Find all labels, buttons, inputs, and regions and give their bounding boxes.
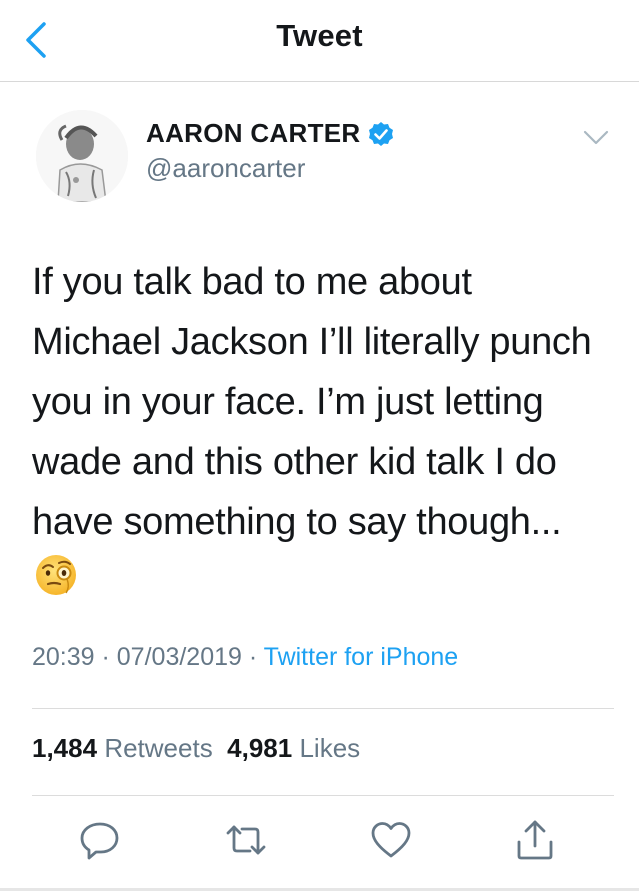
meta-separator: · <box>94 643 117 671</box>
tweet-stats: 1,484 Retweets 4,981 Likes <box>32 733 360 764</box>
retweet-button[interactable] <box>224 818 268 862</box>
verified-badge-icon <box>369 121 394 146</box>
avatar-photo <box>36 110 128 202</box>
retweet-icon <box>226 825 266 855</box>
tweet-text: If you talk bad to me about Michael Jack… <box>32 261 592 543</box>
author-display-name[interactable]: AARON CARTER <box>146 118 360 149</box>
retweets-count: 1,484 <box>32 733 98 763</box>
reply-button[interactable] <box>78 818 122 862</box>
meta-separator: · <box>241 643 264 671</box>
likes-label: Likes <box>299 733 361 763</box>
likes-stat[interactable]: 4,981 Likes <box>227 733 360 763</box>
share-button[interactable] <box>513 818 557 862</box>
tweet-source-link[interactable]: Twitter for iPhone <box>264 643 459 671</box>
face-with-monocle-emoji <box>36 555 76 595</box>
retweets-label: Retweets <box>104 733 213 763</box>
page-title: Tweet <box>276 18 363 53</box>
chevron-down-icon <box>583 130 609 145</box>
author-handle[interactable]: @aaroncarter <box>146 153 305 184</box>
author-name-row[interactable]: AARON CARTER <box>146 118 394 149</box>
likes-count: 4,981 <box>227 733 293 763</box>
tweet-actions <box>0 818 639 868</box>
tweet-time: 20:39 <box>32 643 95 671</box>
reply-icon <box>80 822 119 860</box>
tweet-meta: 20:39 · 07/03/2019 · Twitter for iPhone <box>32 643 458 672</box>
tweet-menu-button[interactable] <box>582 128 610 148</box>
divider <box>32 795 614 796</box>
header-bar: Tweet <box>0 0 639 82</box>
like-button[interactable] <box>369 818 413 862</box>
divider <box>32 708 614 709</box>
like-icon <box>371 822 411 858</box>
tweet-date: 07/03/2019 <box>116 643 242 671</box>
retweets-stat[interactable]: 1,484 Retweets <box>32 733 213 763</box>
share-icon <box>517 820 553 860</box>
avatar[interactable] <box>36 110 128 202</box>
